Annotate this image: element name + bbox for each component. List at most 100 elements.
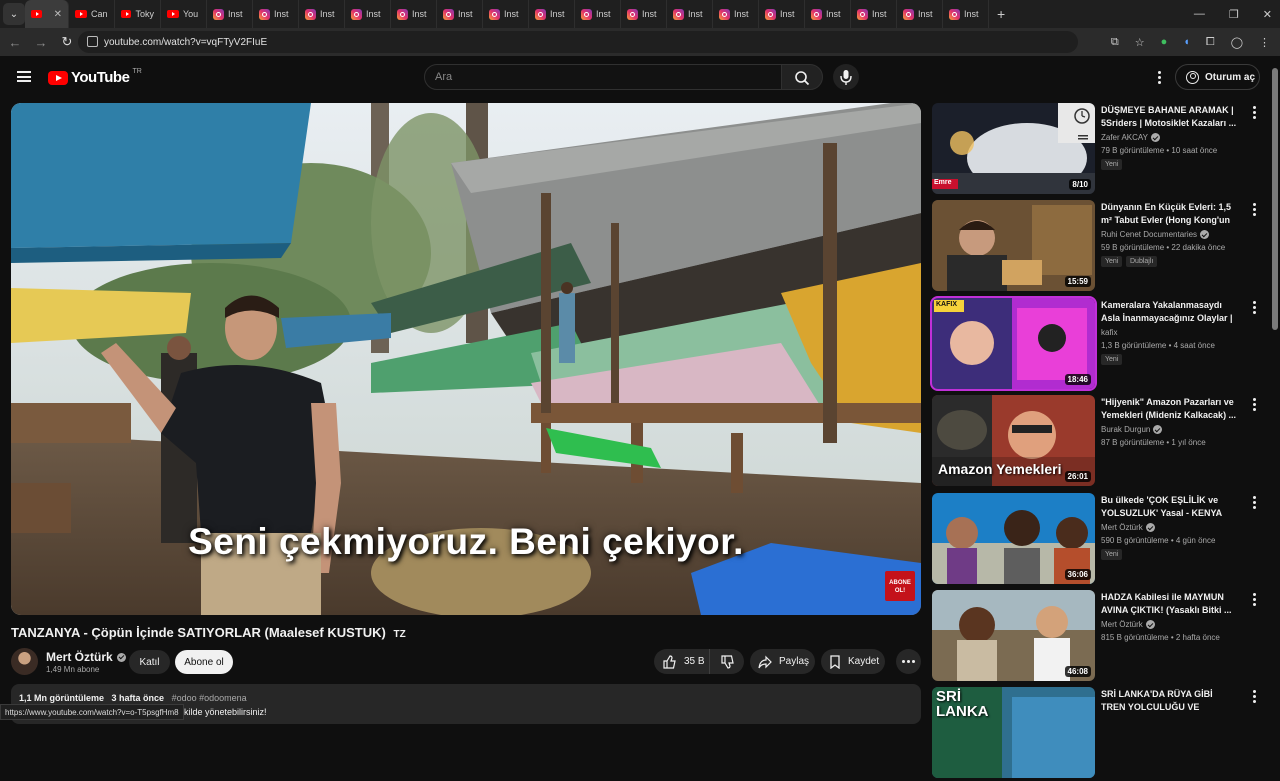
video-title: TANZANYA - Çöpün İçinde SATIYORLAR (Maal… [11,625,406,640]
recommended-channel[interactable]: Zafer AKCAY [1101,133,1160,142]
video-options-kebab-icon[interactable] [1253,106,1256,119]
new-tab-button[interactable]: + [997,6,1005,22]
recommended-video[interactable]: 15:59 Dünyanın En Küçük Evleri: 1,5 m² Ta… [932,200,1264,294]
video-options-kebab-icon[interactable] [1253,398,1256,411]
recommended-channel[interactable]: Ruhi Cenet Documentaries [1101,230,1210,239]
more-actions-button[interactable] [896,649,921,674]
extensions-puzzle-icon[interactable]: ⧠ [1206,36,1215,49]
install-app-icon[interactable]: ⧉ [1111,36,1119,49]
channel-name[interactable]: Mert Öztürk [46,650,126,664]
video-thumbnail[interactable]: 15:59 [932,200,1095,291]
bookmark-star-icon[interactable]: ☆ [1135,36,1145,49]
dislike-button[interactable] [710,649,744,674]
browser-tab[interactable]: Toky [115,0,161,28]
video-options-kebab-icon[interactable] [1253,203,1256,216]
tab-search-dropdown[interactable]: ⌄ [3,3,25,25]
browser-tab[interactable]: Inst [759,0,805,28]
video-thumbnail[interactable]: KAFIX 18:46 [930,296,1097,391]
recommended-title[interactable]: Dünyanın En Küçük Evleri: 1,5 m² Tabut E… [1101,201,1239,228]
subscribe-button[interactable]: Abone ol [175,650,233,674]
video-thumbnail[interactable]: 46:08 [932,590,1095,681]
hashtags[interactable]: #odoo #odoomena [172,693,247,703]
settings-kebab-icon[interactable] [1158,71,1161,84]
video-thumbnail[interactable]: SRİ LANKA [932,687,1095,778]
browser-tab[interactable]: Inst [851,0,897,28]
share-button[interactable]: Paylaş [750,649,815,674]
browser-tab[interactable]: Inst [299,0,345,28]
extension-sound-icon[interactable]: ◖ [1183,36,1190,48]
sign-in-button[interactable]: Oturum aç [1175,64,1260,90]
browser-menu-icon[interactable]: ⋮ [1259,36,1270,49]
video-thumbnail[interactable]: Amazon Yemekleri 26:01 [932,395,1095,486]
browser-tab[interactable]: Can [69,0,115,28]
browser-tab[interactable]: Inst [943,0,989,28]
recommended-title[interactable]: Kameralara Yakalanmasaydı Asla İnanmayac… [1101,299,1239,326]
search-button[interactable] [781,64,823,90]
recommended-channel[interactable]: Mert Öztürk [1101,620,1155,629]
like-button[interactable]: 35 B [654,649,710,674]
recommended-video[interactable]: 46:08 HADZA Kabilesi ile MAYMUN AVINA ÇIK… [932,590,1264,684]
browser-tab[interactable]: Inst [483,0,529,28]
recommended-channel[interactable]: kafix [1101,328,1117,337]
video-player[interactable]: Seni çekmiyoruz. Beni çekiyor. ABONE OL! [11,103,921,615]
page-scrollbar[interactable] [1270,56,1280,720]
save-button[interactable]: Kaydet [821,649,885,674]
browser-tab[interactable]: Inst [805,0,851,28]
recommended-title[interactable]: Bu ülkede 'ÇOK EŞLİLİK ve YOLSUZLUK' Yas… [1101,494,1239,520]
browser-tab[interactable]: Inst [391,0,437,28]
recommended-video[interactable]: Amazon Yemekleri 26:01 "Hijyenik" Amazon P… [932,395,1264,489]
forward-icon[interactable]: → [30,35,52,50]
recommended-video[interactable]: KAFIX 18:46 Kameralara Yakalanmasaydı Asla… [930,296,1264,392]
video-thumbnail[interactable]: Emre 8/10 [932,103,1095,194]
browser-tab[interactable]: You [161,0,207,28]
restore-icon[interactable]: ❐ [1229,8,1239,21]
site-info-icon[interactable] [87,36,98,47]
browser-tab[interactable]: Inst [621,0,667,28]
video-options-kebab-icon[interactable] [1253,496,1256,509]
recommended-video[interactable]: 36:06 Bu ülkede 'ÇOK EŞLİLİK ve YOLSUZLUK… [932,493,1264,587]
browser-tab[interactable]: Inst [575,0,621,28]
close-tab-icon[interactable]: ✕ [54,9,62,20]
url-field[interactable]: youtube.com/watch?v=vqFTyV2FIuE [78,31,1078,53]
recommended-title[interactable]: "Hijyenik" Amazon Pazarları ve Yemekleri… [1101,396,1239,422]
voice-search-button[interactable] [833,64,859,90]
recommended-title[interactable]: DÜŞMEYE BAHANE ARAMAK | 5Sriders | Motos… [1101,104,1239,130]
url-text: youtube.com/watch?v=vqFTyV2FIuE [104,36,268,48]
recommended-meta: 87 B görüntüleme • 1 yıl önce [1101,438,1206,447]
video-options-kebab-icon[interactable] [1253,690,1256,703]
scrollbar-thumb[interactable] [1272,68,1278,330]
browser-tab[interactable]: Inst [437,0,483,28]
recommended-title[interactable]: HADZA Kabilesi ile MAYMUN AVINA ÇIKTIK! … [1101,591,1239,617]
profile-icon[interactable]: ◯ [1231,36,1243,49]
recommended-video[interactable]: SRİ LANKA SRİ LANKA'DA RÜYA GİBİ TREN YOL… [932,687,1264,781]
menu-hamburger-icon[interactable] [17,71,31,82]
recommended-channel[interactable]: Mert Öztürk [1101,523,1155,532]
join-button[interactable]: Katıl [129,650,170,674]
browser-tab[interactable]: Inst [667,0,713,28]
back-icon[interactable]: ← [4,35,26,50]
channel-avatar[interactable] [11,648,38,675]
browser-tab[interactable]: Inst [713,0,759,28]
video-thumbnail[interactable]: 36:06 [932,493,1095,584]
minimize-icon[interactable]: — [1194,8,1205,20]
youtube-logo-text: YouTube [71,69,130,86]
browser-tab[interactable]: Inst [253,0,299,28]
browser-tab[interactable]: Inst [897,0,943,28]
browser-tab[interactable]: Inst [529,0,575,28]
video-options-kebab-icon[interactable] [1253,301,1256,314]
video-options-kebab-icon[interactable] [1253,593,1256,606]
recommended-title[interactable]: SRİ LANKA'DA RÜYA GİBİ TREN YOLCULUĞU VE… [1101,688,1239,715]
reload-icon[interactable]: ↻ [56,34,78,50]
subscribe-watermark[interactable]: ABONE OL! [885,571,915,601]
like-dislike-group: 35 B [654,649,744,674]
browser-tab[interactable]: ✕ [25,0,69,28]
instagram-favicon-icon [627,8,638,20]
search-input[interactable] [424,64,782,90]
youtube-logo[interactable]: YouTube TR [48,68,142,86]
recommended-channel[interactable]: Burak Durgun [1101,425,1163,434]
browser-tab[interactable]: Inst [345,0,391,28]
close-window-icon[interactable]: ✕ [1263,8,1272,21]
recommended-video[interactable]: Emre 8/10 DÜŞMEYE BAHANE ARAMAK | 5Sriders… [932,103,1264,197]
extension-shield-icon[interactable]: ● [1161,36,1168,48]
browser-tab[interactable]: Inst [207,0,253,28]
